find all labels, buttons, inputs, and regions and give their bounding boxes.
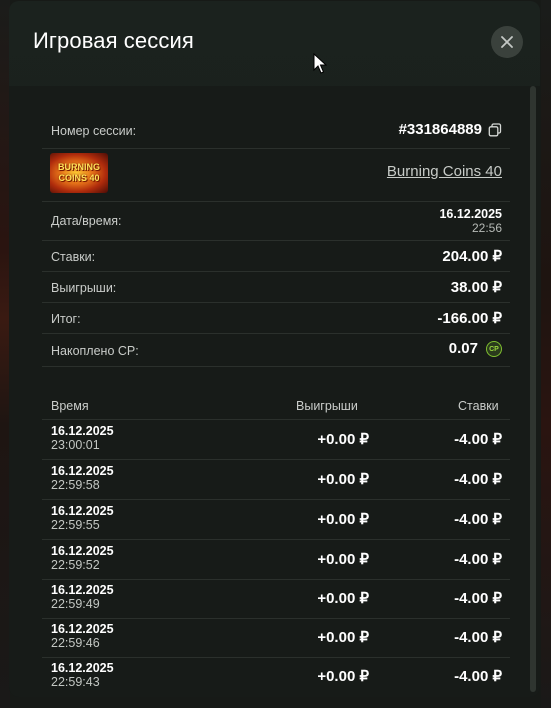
row-time: 22:59:46: [51, 636, 100, 650]
cp-coin-icon: CP: [486, 341, 502, 358]
wins-row: Выигрыши: 38.00 ₽: [42, 272, 510, 303]
copy-icon[interactable]: [488, 122, 502, 137]
row-bet: -4.00 ₽: [454, 431, 502, 448]
game-thumbnail[interactable]: BURNING COINS 40: [50, 153, 108, 193]
row-date: 16.12.2025: [51, 464, 114, 478]
row-date: 16.12.2025: [51, 504, 114, 518]
table-row: 16.12.2025 22:59:49 +0.00 ₽ -4.00 ₽: [42, 579, 510, 619]
row-bet: -4.00 ₽: [454, 590, 502, 607]
total-value: -166.00 ₽: [437, 310, 502, 327]
row-win: +0.00 ₽: [317, 511, 369, 528]
close-button[interactable]: [491, 26, 523, 58]
cp-label: Накоплено CP:: [51, 344, 139, 358]
table-row: 16.12.2025 22:59:52 +0.00 ₽ -4.00 ₽: [42, 540, 510, 580]
row-date: 16.12.2025: [51, 622, 114, 636]
table-header-time: Время: [51, 399, 89, 413]
table-row: 16.12.2025 22:59:55 +0.00 ₽ -4.00 ₽: [42, 500, 510, 540]
row-date: 16.12.2025: [51, 544, 114, 558]
row-win: +0.00 ₽: [317, 590, 369, 607]
row-bet: -4.00 ₽: [454, 629, 502, 646]
bets-label: Ставки:: [51, 250, 96, 264]
mouse-cursor-icon: [313, 53, 327, 74]
row-bet: -4.00 ₽: [454, 471, 502, 488]
table-row: 16.12.2025 22:59:43 +0.00 ₽ -4.00 ₽: [42, 657, 510, 696]
table-header-bets: Ставки: [458, 399, 499, 413]
row-date: 16.12.2025: [51, 583, 114, 597]
table-header-wins: Выигрыши: [296, 399, 358, 413]
table-row: 16.12.2025 22:59:46 +0.00 ₽ -4.00 ₽: [42, 618, 510, 658]
close-icon: [501, 36, 513, 48]
cp-row: Накоплено CP: 0.07 CP: [42, 334, 510, 367]
game-row: BURNING COINS 40 Burning Coins 40: [42, 149, 510, 202]
page-background-right: [541, 0, 551, 708]
scrollbar[interactable]: [530, 86, 536, 692]
row-time: 22:59:58: [51, 478, 100, 492]
game-link[interactable]: Burning Coins 40: [387, 163, 502, 180]
session-id-label: Номер сессии:: [51, 124, 137, 138]
row-time: 23:00:01: [51, 438, 100, 452]
row-time: 22:59:52: [51, 558, 100, 572]
row-time: 22:59:49: [51, 597, 100, 611]
game-thumbnail-text-1: BURNING: [58, 162, 100, 172]
wins-value: 38.00 ₽: [450, 279, 502, 296]
table-row: 16.12.2025 22:59:58 +0.00 ₽ -4.00 ₽: [42, 460, 510, 500]
total-label: Итог:: [51, 312, 81, 326]
bets-value: 204.00 ₽: [442, 248, 502, 265]
row-bet: -4.00 ₽: [454, 668, 502, 685]
session-id-value: #331864889: [398, 121, 482, 138]
row-time: 22:59:55: [51, 518, 100, 532]
session-date: 16.12.2025: [439, 207, 502, 221]
row-time: 22:59:43: [51, 675, 100, 689]
table-row: 16.12.2025 23:00:01 +0.00 ₽ -4.00 ₽: [42, 420, 510, 460]
row-bet: -4.00 ₽: [454, 551, 502, 568]
wins-label: Выигрыши:: [51, 281, 117, 295]
cp-value-wrap: 0.07 CP: [448, 340, 502, 358]
total-row: Итог: -166.00 ₽: [42, 303, 510, 334]
game-thumbnail-text-2: COINS 40: [58, 173, 100, 183]
game-session-modal: Игровая сессия Номер сессии: #331864889 …: [9, 1, 540, 697]
session-time: 22:56: [471, 221, 502, 235]
modal-title: Игровая сессия: [33, 28, 194, 53]
cp-value: 0.07: [448, 340, 478, 357]
row-date: 16.12.2025: [51, 661, 114, 675]
row-bet: -4.00 ₽: [454, 511, 502, 528]
row-win: +0.00 ₽: [317, 471, 369, 488]
datetime-label: Дата/время:: [51, 214, 122, 228]
datetime-row: Дата/время: 16.12.2025 22:56: [42, 202, 510, 241]
row-win: +0.00 ₽: [317, 668, 369, 685]
row-win: +0.00 ₽: [317, 551, 369, 568]
session-id-row: Номер сессии: #331864889: [42, 112, 510, 149]
bets-row: Ставки: 204.00 ₽: [42, 241, 510, 272]
row-win: +0.00 ₽: [317, 431, 369, 448]
session-id-value-wrap: #331864889: [399, 121, 502, 138]
row-win: +0.00 ₽: [317, 629, 369, 646]
row-date: 16.12.2025: [51, 424, 114, 438]
